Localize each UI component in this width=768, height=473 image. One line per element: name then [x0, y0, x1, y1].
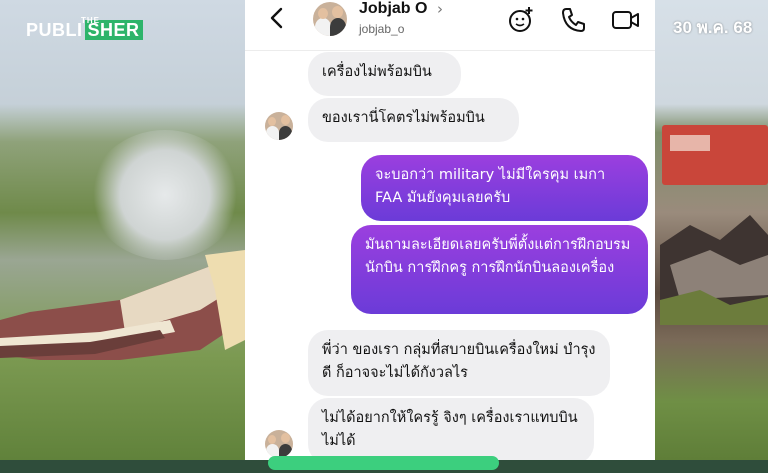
logo-the: THE: [81, 16, 100, 25]
phone-icon[interactable]: [560, 6, 588, 34]
aircraft-wreck-left: [0, 250, 245, 360]
avatar[interactable]: [265, 430, 293, 458]
message-bubble-outgoing[interactable]: จะบอกว่า military ไม่มีใครคุม เมกา FAA ม…: [361, 155, 648, 221]
burnt-debris: [660, 215, 768, 325]
fire-truck: [662, 125, 768, 185]
avatar[interactable]: [313, 2, 347, 36]
contact-handle: jobjab_o: [359, 22, 405, 36]
smoke-plume: [90, 130, 240, 260]
publisher-logo: THE PUBLI SHER: [26, 16, 143, 41]
chat-header: Jobjab O › jobjab_o: [245, 0, 655, 51]
message-bubble-incoming[interactable]: พี่ว่า ของเรา กลุ่มที่สบายบินเครื่องใหม่…: [308, 330, 610, 396]
video-camera-icon[interactable]: [611, 6, 641, 34]
chevron-right-icon[interactable]: ›: [437, 0, 443, 18]
chat-screen: Jobjab O › jobjab_o เครื่องไม่พร้อมบิน ข…: [245, 0, 655, 473]
progress-pill: [268, 456, 499, 470]
message-bubble-incoming[interactable]: เครื่องไม่พร้อมบิน: [308, 52, 461, 96]
logo-publ: PUBLI: [26, 20, 83, 40]
effects-icon[interactable]: [507, 6, 535, 34]
message-bubble-incoming[interactable]: ของเรานี่โคตรไม่พร้อมบิน: [308, 98, 519, 142]
back-arrow-icon[interactable]: [269, 6, 283, 36]
message-bubble-incoming[interactable]: ไม่ได้อยากให้ใครรู้ จิงๆ เครื่องเราแทบบิ…: [308, 398, 594, 464]
message-list: เครื่องไม่พร้อมบิน ของเรานี่โคตรไม่พร้อม…: [245, 50, 655, 473]
avatar[interactable]: [265, 112, 293, 140]
message-bubble-outgoing[interactable]: มันถามละเอียดเลยครับพี่ตั้งแต่การฝึกอบรม…: [351, 225, 648, 314]
date-stamp: 30 พ.ค. 68: [673, 18, 753, 37]
contact-name[interactable]: Jobjab O: [359, 0, 427, 18]
